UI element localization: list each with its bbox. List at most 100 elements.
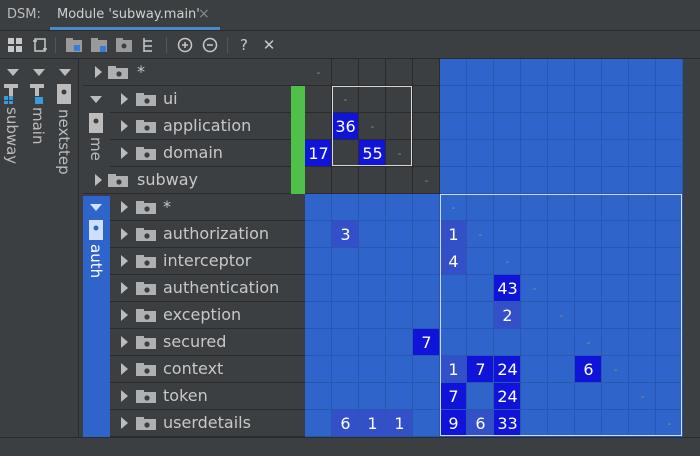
chevron-right-icon[interactable] (121, 93, 128, 105)
expand-all-icon[interactable] (4, 34, 26, 56)
matrix-cell[interactable] (386, 167, 413, 194)
chevron-right-icon[interactable] (121, 282, 128, 294)
matrix-cell[interactable] (440, 59, 467, 86)
matrix-cell[interactable] (548, 86, 575, 113)
chevron-right-icon[interactable] (121, 417, 128, 429)
matrix-cell[interactable] (413, 248, 440, 275)
matrix-cell[interactable] (413, 194, 440, 221)
chevron-down-icon[interactable] (90, 204, 102, 211)
matrix-cell[interactable] (629, 86, 656, 113)
folder-icon[interactable] (113, 34, 135, 56)
chevron-down-icon[interactable] (59, 69, 71, 76)
matrix-cell[interactable] (413, 356, 440, 383)
matrix-cell[interactable] (332, 329, 359, 356)
matrix-cell[interactable]: 6 (332, 410, 359, 437)
package-icon[interactable] (63, 34, 85, 56)
matrix-cell[interactable] (602, 113, 629, 140)
matrix-cell[interactable] (305, 86, 332, 113)
matrix-cell[interactable] (386, 248, 413, 275)
matrix-cell[interactable] (548, 167, 575, 194)
tree-row[interactable]: * (83, 59, 305, 86)
matrix-cell[interactable] (359, 221, 386, 248)
matrix-cell[interactable] (359, 248, 386, 275)
tree-row[interactable]: * (110, 194, 305, 221)
flip-icon[interactable] (29, 34, 51, 56)
matrix-cell[interactable] (467, 167, 494, 194)
matrix-cell[interactable] (467, 113, 494, 140)
matrix-cell[interactable] (575, 59, 602, 86)
matrix-cell[interactable] (413, 302, 440, 329)
matrix-cell[interactable] (305, 167, 332, 194)
tab-close-icon[interactable]: × (198, 6, 210, 22)
tree-row[interactable]: userdetails (110, 410, 305, 437)
matrix-cell[interactable] (467, 86, 494, 113)
chevron-right-icon[interactable] (95, 66, 102, 78)
close-icon[interactable]: ✕ (258, 34, 280, 56)
tree-row[interactable]: authorization (110, 221, 305, 248)
matrix-cell[interactable]: 1 (359, 410, 386, 437)
matrix-cell[interactable] (413, 383, 440, 410)
matrix-cell[interactable] (305, 383, 332, 410)
matrix-cell[interactable] (521, 86, 548, 113)
matrix-cell[interactable] (548, 113, 575, 140)
matrix-cell[interactable] (656, 113, 683, 140)
matrix-cell[interactable] (494, 140, 521, 167)
matrix-cell[interactable] (359, 356, 386, 383)
matrix-cell[interactable] (305, 221, 332, 248)
matrix-cell[interactable] (548, 140, 575, 167)
tree-row[interactable]: exception (110, 302, 305, 329)
tree-row[interactable]: context (110, 356, 305, 383)
matrix-cell[interactable] (359, 383, 386, 410)
matrix-cell[interactable] (656, 86, 683, 113)
chevron-right-icon[interactable] (121, 255, 128, 267)
help-icon[interactable]: ? (233, 34, 255, 56)
matrix-cell[interactable] (386, 329, 413, 356)
matrix-cell[interactable] (386, 356, 413, 383)
tree-row[interactable]: ui (110, 86, 291, 113)
matrix-cell[interactable] (305, 248, 332, 275)
matrix-cell[interactable] (548, 59, 575, 86)
matrix-cell[interactable] (413, 140, 440, 167)
matrix-cell[interactable]: - (413, 167, 440, 194)
matrix-cell[interactable] (602, 167, 629, 194)
matrix-cell[interactable] (656, 59, 683, 86)
matrix-cell[interactable] (332, 167, 359, 194)
tab-module-subway-main[interactable]: Module 'subway.main' × (50, 0, 220, 30)
matrix-cell[interactable] (575, 113, 602, 140)
matrix-cell[interactable] (359, 167, 386, 194)
tree-row[interactable]: interceptor (110, 248, 305, 275)
structure-icon[interactable] (138, 34, 160, 56)
chevron-down-icon[interactable] (7, 69, 19, 76)
matrix-cell[interactable] (413, 221, 440, 248)
zoom-out-icon[interactable] (199, 34, 221, 56)
chevron-right-icon[interactable] (121, 336, 128, 348)
chevron-right-icon[interactable] (121, 201, 128, 213)
matrix-cell[interactable] (656, 167, 683, 194)
matrix-cell[interactable] (602, 86, 629, 113)
matrix-cell[interactable] (494, 113, 521, 140)
matrix-cell[interactable] (629, 167, 656, 194)
matrix-cell[interactable] (575, 86, 602, 113)
matrix-cell[interactable] (305, 410, 332, 437)
matrix-cell[interactable] (305, 356, 332, 383)
matrix-cell[interactable] (332, 302, 359, 329)
matrix-cell[interactable]: 1 (386, 410, 413, 437)
matrix-cell[interactable] (332, 356, 359, 383)
chevron-right-icon[interactable] (121, 147, 128, 159)
chevron-right-icon[interactable] (121, 363, 128, 375)
matrix-cell[interactable] (305, 113, 332, 140)
chevron-right-icon[interactable] (121, 309, 128, 321)
matrix-cell[interactable] (332, 383, 359, 410)
matrix-cell[interactable] (332, 194, 359, 221)
tree-column-subway[interactable]: subway (0, 59, 27, 437)
tree-column-auth[interactable]: auth (83, 196, 110, 437)
matrix-cell[interactable] (467, 59, 494, 86)
matrix-cell[interactable] (521, 59, 548, 86)
matrix-cell[interactable] (440, 140, 467, 167)
chevron-right-icon[interactable] (121, 120, 128, 132)
matrix-cell[interactable] (602, 59, 629, 86)
matrix-cell[interactable] (332, 248, 359, 275)
matrix-cell[interactable] (413, 86, 440, 113)
matrix-cell[interactable] (413, 275, 440, 302)
matrix-cell[interactable] (386, 383, 413, 410)
